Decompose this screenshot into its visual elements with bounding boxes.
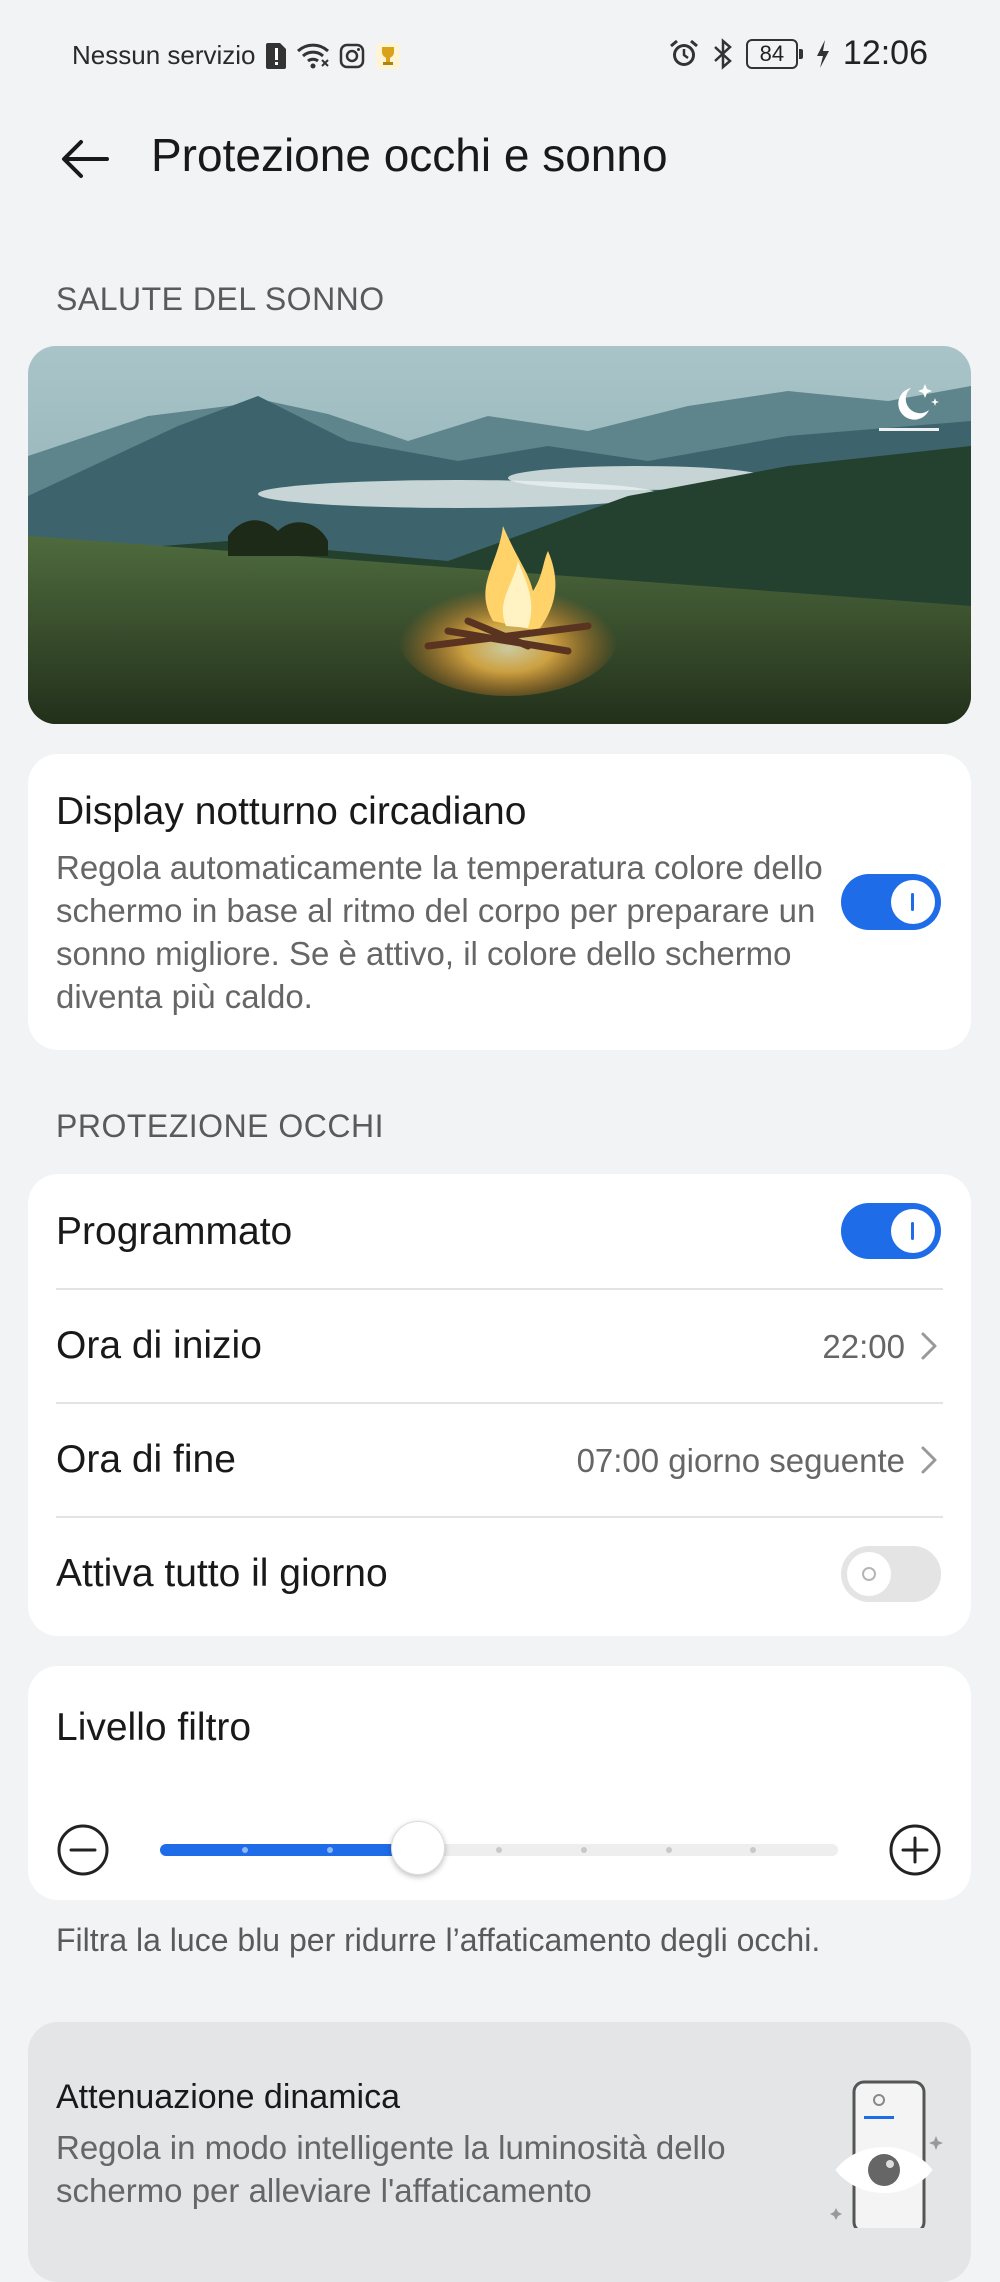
bluetooth-icon (712, 37, 734, 70)
hero-image (28, 346, 971, 724)
page-title: Protezione occhi e sonno (151, 129, 668, 181)
eye-protection-card: Programmato Ora di inizio 22:00 Ora di f… (28, 1174, 971, 1636)
dynamic-dimming-card[interactable]: Attenuazione dinamica Regola in modo int… (28, 2022, 971, 2282)
start-time-value: 22:00 (822, 1328, 905, 1365)
section-header-eye: PROTEZIONE OCCHI (56, 1108, 385, 1144)
circadian-description: Regola automaticamente la temperatura co… (56, 849, 823, 1015)
end-time-row[interactable]: Ora di fine 07:00 giorno seguente (28, 1404, 971, 1516)
status-right: 84 12:06 (668, 34, 928, 73)
slider-step-dot (327, 1847, 333, 1853)
filter-slider-fill (160, 1844, 418, 1856)
scheduled-toggle[interactable] (841, 1203, 941, 1259)
back-button[interactable] (52, 126, 118, 192)
scheduled-row[interactable]: Programmato (28, 1174, 971, 1288)
carrier-text: Nessun servizio (72, 40, 256, 70)
clock: 12:06 (842, 34, 928, 72)
status-left: Nessun servizio (72, 40, 402, 71)
dynamic-title: Attenuazione dinamica (56, 2078, 401, 2116)
slider-step-dot (496, 1847, 502, 1853)
eye-icon (824, 2078, 950, 2234)
filter-title: Livello filtro (56, 1706, 252, 1749)
slider-step-dot (666, 1847, 672, 1853)
start-time-label: Ora di inizio (56, 1324, 262, 1367)
dynamic-description: Regola in modo intelligente la luminosit… (56, 2129, 726, 2209)
battery-level: 84 (745, 38, 798, 69)
circadian-title: Display notturno circadiano (56, 790, 527, 833)
no-sim-icon (264, 41, 288, 71)
status-bar: Nessun servizio 84 12:06 (0, 0, 1000, 120)
charging-icon (815, 39, 831, 69)
wifi-icon (296, 42, 330, 70)
all-day-row[interactable]: Attiva tutto il giorno (28, 1518, 971, 1636)
all-day-toggle[interactable] (841, 1546, 941, 1602)
minus-circle-icon[interactable] (56, 1823, 110, 1877)
slider-step-dot (581, 1847, 587, 1853)
circadian-card: Display notturno circadiano Regola autom… (28, 754, 971, 1050)
filter-slider[interactable] (160, 1821, 838, 1875)
slider-step-dot (750, 1847, 756, 1853)
scheduled-label: Programmato (56, 1210, 293, 1253)
filter-slider-thumb[interactable] (391, 1821, 445, 1875)
moon-stars-icon (877, 380, 941, 434)
all-day-label: Attiva tutto il giorno (56, 1552, 388, 1595)
section-header-sleep: SALUTE DEL SONNO (56, 281, 385, 317)
alarm-icon (668, 38, 700, 70)
filter-note: Filtra la luce blu per ridurre l’affatic… (56, 1922, 821, 1958)
end-time-value: 07:00 giorno seguente (576, 1442, 905, 1479)
back-arrow-icon (62, 140, 109, 178)
filter-card: Livello filtro (28, 1666, 971, 1900)
circadian-toggle[interactable] (841, 874, 941, 930)
end-time-label: Ora di fine (56, 1438, 236, 1481)
trophy-icon (374, 41, 402, 71)
instagram-icon (338, 42, 366, 70)
chevron-right-icon (921, 1446, 937, 1474)
start-time-row[interactable]: Ora di inizio 22:00 (28, 1290, 971, 1402)
slider-step-dot (242, 1847, 248, 1853)
plus-circle-icon[interactable] (888, 1823, 942, 1877)
chevron-right-icon (921, 1332, 937, 1360)
battery-icon: 84 (745, 38, 803, 69)
app-bar: Protezione occhi e sonno (0, 112, 1000, 204)
